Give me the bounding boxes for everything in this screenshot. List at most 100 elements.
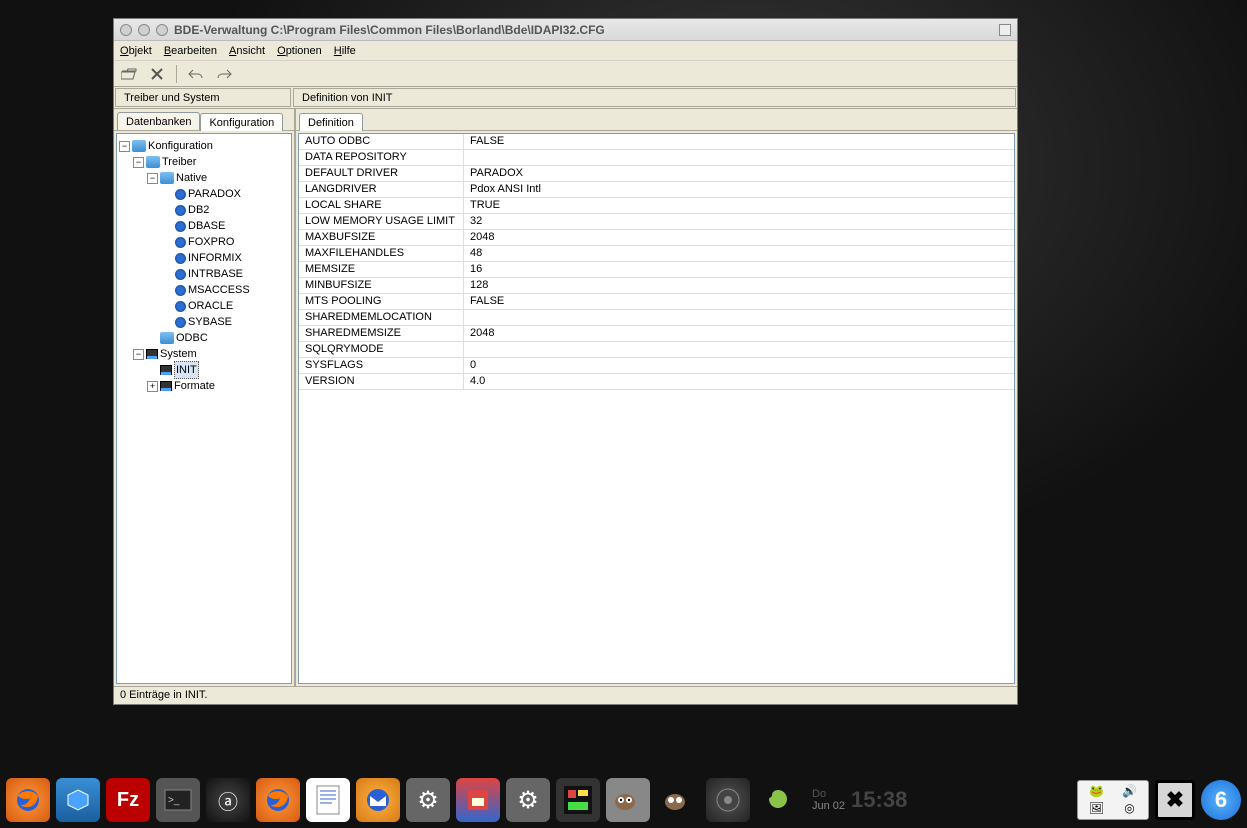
properties-grid[interactable]: AUTO ODBCFALSEDATA REPOSITORYDEFAULT DRI… — [298, 133, 1015, 684]
grid-key: LANGDRIVER — [299, 182, 464, 197]
dock-settings-1[interactable]: ⚙ — [406, 778, 450, 822]
grid-value[interactable]: 4.0 — [464, 374, 1014, 389]
titlebar[interactable]: BDE-Verwaltung C:\Program Files\Common F… — [114, 19, 1017, 41]
grid-value[interactable]: FALSE — [464, 134, 1014, 149]
grid-value[interactable]: 128 — [464, 278, 1014, 293]
expand-icon[interactable]: + — [147, 381, 158, 392]
grid-row[interactable]: MTS POOLINGFALSE — [299, 294, 1014, 310]
workspace-indicator[interactable]: 6 — [1201, 780, 1241, 820]
close-session-button[interactable]: ✖ — [1155, 780, 1195, 820]
tree-node-treiber[interactable]: − Treiber — [119, 154, 289, 170]
menu-bearbeiten[interactable]: Bearbeiten — [164, 45, 217, 57]
tree-node-driver[interactable]: MSACCESS — [119, 282, 289, 298]
tab-konfiguration[interactable]: Konfiguration — [200, 113, 283, 131]
grid-value[interactable]: FALSE — [464, 294, 1014, 309]
grid-value[interactable]: 48 — [464, 246, 1014, 261]
dock-document[interactable] — [306, 778, 350, 822]
collapse-icon[interactable]: − — [133, 349, 144, 360]
grid-row[interactable]: MINBUFSIZE128 — [299, 278, 1014, 294]
tree-node-driver[interactable]: PARADOX — [119, 186, 289, 202]
tree-node-init[interactable]: INIT — [119, 362, 289, 378]
tray-icon-3[interactable]: 🖼 — [1081, 801, 1112, 816]
collapse-icon[interactable]: − — [119, 141, 130, 152]
open-icon[interactable] — [120, 65, 138, 83]
grid-value[interactable]: TRUE — [464, 198, 1014, 213]
driver-icon — [175, 205, 186, 216]
window-menu-icon[interactable] — [999, 24, 1011, 36]
menu-hilfe[interactable]: Hilfe — [334, 45, 356, 57]
tree-node-konfiguration[interactable]: − Konfiguration — [119, 138, 289, 154]
steam-icon[interactable]: ◎ — [1114, 801, 1145, 816]
grid-value[interactable]: 0 — [464, 358, 1014, 373]
dock-terminal[interactable]: >_ — [156, 778, 200, 822]
grid-row[interactable]: AUTO ODBCFALSE — [299, 134, 1014, 150]
tree-node-driver[interactable]: DBASE — [119, 218, 289, 234]
grid-row[interactable]: SHAREDMEMSIZE2048 — [299, 326, 1014, 342]
grid-row[interactable]: LANGDRIVERPdox ANSI Intl — [299, 182, 1014, 198]
delete-icon[interactable] — [148, 65, 166, 83]
tree-node-driver[interactable]: FOXPRO — [119, 234, 289, 250]
collapse-icon[interactable]: − — [133, 157, 144, 168]
clock-date: Jun 02 — [812, 800, 845, 812]
clock[interactable]: Do Jun 02 — [812, 788, 845, 812]
grid-row[interactable]: SHAREDMEMLOCATION — [299, 310, 1014, 326]
menu-ansicht[interactable]: Ansicht — [229, 45, 265, 57]
undo-icon[interactable] — [187, 65, 205, 83]
folder-icon — [160, 172, 174, 184]
dock-audio[interactable] — [706, 778, 750, 822]
grid-row[interactable]: MEMSIZE16 — [299, 262, 1014, 278]
dock-amarok[interactable]: ⓐ — [206, 778, 250, 822]
dock-settings-2[interactable]: ⚙ — [506, 778, 550, 822]
volume-icon[interactable]: 🔊 — [1114, 784, 1145, 799]
dock-firefox[interactable] — [6, 778, 50, 822]
tree-node-driver[interactable]: INTRBASE — [119, 266, 289, 282]
tab-datenbanken[interactable]: Datenbanken — [117, 112, 200, 130]
menu-optionen[interactable]: Optionen — [277, 45, 322, 57]
dock-gimp[interactable] — [606, 778, 650, 822]
grid-row[interactable]: LOCAL SHARETRUE — [299, 198, 1014, 214]
redo-icon[interactable] — [215, 65, 233, 83]
grid-value[interactable] — [464, 342, 1014, 357]
grid-value[interactable]: PARADOX — [464, 166, 1014, 181]
grid-row[interactable]: SQLQRYMODE — [299, 342, 1014, 358]
grid-row[interactable]: LOW MEMORY USAGE LIMIT32 — [299, 214, 1014, 230]
close-icon[interactable] — [120, 24, 132, 36]
grid-row[interactable]: MAXBUFSIZE2048 — [299, 230, 1014, 246]
tree-node-formate[interactable]: + Formate — [119, 378, 289, 394]
tree-node-driver[interactable]: SYBASE — [119, 314, 289, 330]
dock-filezilla[interactable]: Fz — [106, 778, 150, 822]
tray-icon-1[interactable]: 🐸 — [1081, 784, 1112, 799]
dock-app-2[interactable] — [556, 778, 600, 822]
grid-value[interactable]: 2048 — [464, 326, 1014, 341]
grid-value[interactable]: 2048 — [464, 230, 1014, 245]
grid-value[interactable]: 16 — [464, 262, 1014, 277]
tree-node-driver[interactable]: INFORMIX — [119, 250, 289, 266]
dock-gimp-2[interactable] — [656, 778, 700, 822]
grid-row[interactable]: DEFAULT DRIVERPARADOX — [299, 166, 1014, 182]
tree-node-driver[interactable]: DB2 — [119, 202, 289, 218]
grid-value[interactable] — [464, 150, 1014, 165]
tree-node-driver[interactable]: ORACLE — [119, 298, 289, 314]
dock-firefox-2[interactable] — [256, 778, 300, 822]
tab-definition[interactable]: Definition — [299, 113, 363, 131]
dock-virtualbox[interactable] — [56, 778, 100, 822]
collapse-icon[interactable]: − — [147, 173, 158, 184]
tree-node-system[interactable]: − System — [119, 346, 289, 362]
menu-objekt[interactable]: Objekt — [120, 45, 152, 57]
grid-row[interactable]: SYSFLAGS0 — [299, 358, 1014, 374]
system-tray[interactable]: 🐸 🔊 🖼 ◎ — [1077, 780, 1149, 820]
minimize-icon[interactable] — [138, 24, 150, 36]
tree-node-native[interactable]: − Native — [119, 170, 289, 186]
grid-value[interactable]: Pdox ANSI Intl — [464, 182, 1014, 197]
grid-row[interactable]: DATA REPOSITORY — [299, 150, 1014, 166]
grid-row[interactable]: VERSION4.0 — [299, 374, 1014, 390]
tree-node-odbc[interactable]: ODBC — [119, 330, 289, 346]
config-tree[interactable]: − Konfiguration − Treiber − Native PARAD… — [116, 133, 292, 684]
dock-thunderbird[interactable] — [356, 778, 400, 822]
grid-row[interactable]: MAXFILEHANDLES48 — [299, 246, 1014, 262]
maximize-icon[interactable] — [156, 24, 168, 36]
grid-value[interactable]: 32 — [464, 214, 1014, 229]
dock-app-green[interactable] — [756, 778, 800, 822]
grid-value[interactable] — [464, 310, 1014, 325]
dock-app-1[interactable] — [456, 778, 500, 822]
